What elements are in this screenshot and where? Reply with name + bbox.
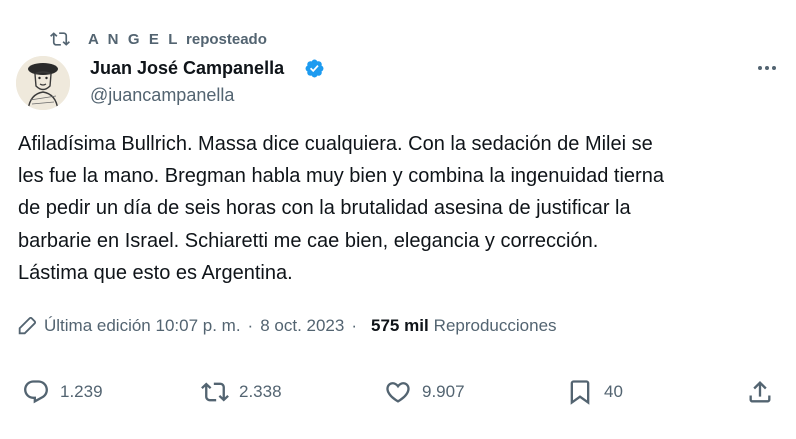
tweet-line: les fue la mano. Bregman habla muy bien … <box>18 165 664 188</box>
tweet-line: Afiladísima Bullrich. Massa dice cualqui… <box>18 133 653 155</box>
repost-label: reposteado <box>186 30 267 48</box>
edit-pencil-icon[interactable] <box>16 315 38 337</box>
heart-icon <box>386 382 410 403</box>
reply-icon <box>24 380 48 404</box>
like-button[interactable]: 9.907 <box>384 377 465 407</box>
share-icon <box>749 381 771 403</box>
bookmark-count: 40 <box>604 382 623 401</box>
more-options-icon[interactable] <box>752 58 782 78</box>
view-count: 575 mil <box>371 316 429 335</box>
meta-separator: · <box>351 316 358 335</box>
reply-count: 1.239 <box>60 382 103 401</box>
repost-icon <box>50 32 70 46</box>
bookmark-button[interactable]: 40 <box>566 377 623 407</box>
repost-header: A N G E L reposteado <box>50 28 267 50</box>
meta-separator: · <box>247 316 254 335</box>
reply-button[interactable]: 1.239 <box>22 377 103 407</box>
author-handle[interactable]: @juancampanella <box>90 84 234 106</box>
like-count: 9.907 <box>422 382 465 401</box>
repost-count: 2.338 <box>239 382 282 401</box>
tweet-date[interactable]: 8 oct. 2023 <box>260 316 344 336</box>
repost-button[interactable]: 2.338 <box>201 377 282 407</box>
avatar[interactable] <box>16 56 70 110</box>
tweet-line: Lástima que esto es Argentina. <box>18 261 293 284</box>
tweet-line: barbarie en Israel. Schiaretti me cae bi… <box>18 229 599 252</box>
views-label: Reproducciones <box>433 316 557 335</box>
bookmark-icon <box>570 380 590 405</box>
tweet-line: de pedir un día de seis horas con la bru… <box>18 197 631 220</box>
avatar-illustration-icon <box>16 56 70 110</box>
repost-icon <box>201 382 229 402</box>
verified-badge-icon[interactable] <box>304 58 325 79</box>
tweet-meta: Última edición 10:07 p. m. · 8 oct. 2023… <box>16 314 557 338</box>
edited-timestamp[interactable]: Última edición 10:07 p. m. <box>44 316 241 336</box>
share-button[interactable] <box>746 377 774 407</box>
reposter-name[interactable]: A N G E L <box>88 31 180 48</box>
author-name[interactable]: Juan José Campanella <box>90 57 284 79</box>
tweet-text: Afiladísima Bullrich. Massa dice cualqui… <box>18 128 788 289</box>
